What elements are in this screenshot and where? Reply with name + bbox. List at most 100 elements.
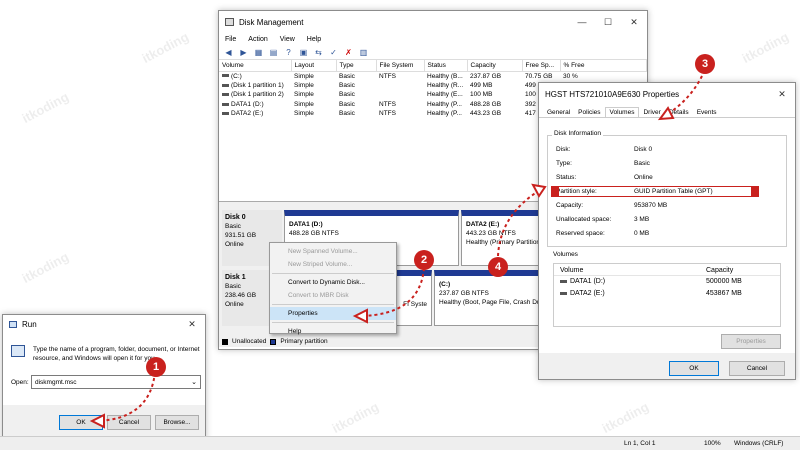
menu-action[interactable]: Action xyxy=(248,36,267,43)
field-value: 0 MB xyxy=(634,230,650,237)
menu-item-convert-mbr[interactable]: Convert to MBR Disk xyxy=(270,289,396,302)
table-cell: Simple xyxy=(294,110,314,118)
menu-item-new-striped[interactable]: New Striped Volume... xyxy=(270,258,396,271)
table-cell: NTFS xyxy=(379,72,396,80)
chevron-down-icon[interactable]: ⌄ xyxy=(191,378,197,386)
menu-item-properties[interactable]: Properties xyxy=(270,307,396,320)
step-callout-4: 4 xyxy=(488,257,508,277)
tab-policies[interactable]: Policies xyxy=(574,108,604,117)
open-label: Open: xyxy=(11,379,29,386)
table-cell: 237.87 GB xyxy=(470,72,502,80)
list-view-icon[interactable]: ▦ xyxy=(253,48,264,58)
cancel-button[interactable]: Cancel xyxy=(107,415,151,430)
field-reserved: Reserved space: 0 MB xyxy=(556,230,649,237)
column-header[interactable]: Capacity xyxy=(467,60,523,72)
table-cell: NTFS xyxy=(379,100,396,108)
volume-cell: (Disk 1 partition 1) xyxy=(219,81,291,91)
ok-button[interactable]: OK xyxy=(59,415,103,430)
drive-icon xyxy=(560,280,567,283)
volume-name: DATA2 (E:) xyxy=(231,110,264,118)
close-button[interactable]: ✕ xyxy=(769,89,795,100)
tab-events[interactable]: Events xyxy=(693,108,721,117)
menu-item-convert-dynamic[interactable]: Convert to Dynamic Disk... xyxy=(270,276,396,289)
field-value: Online xyxy=(634,174,653,181)
cursor-position: Ln 1, Col 1 xyxy=(624,440,656,447)
maximize-button[interactable]: ☐ xyxy=(595,17,621,28)
watermark: itkoding xyxy=(19,89,72,126)
menu-item-new-spanned[interactable]: New Spanned Volume... xyxy=(270,245,396,258)
watermark: itkoding xyxy=(599,399,652,436)
status-bar: Ln 1, Col 1 100% Windows (CRLF) xyxy=(0,436,800,450)
browse-button[interactable]: Browse... xyxy=(155,415,199,430)
list-item[interactable]: DATA1 (D:) 500000 MB xyxy=(554,276,780,288)
table-cell: 70.75 GB xyxy=(525,72,553,80)
menu-item-help[interactable]: Help xyxy=(270,325,396,338)
table-row[interactable]: (C:) Simple Basic NTFS Healthy (B... 237… xyxy=(219,71,647,81)
check-icon[interactable]: ✓ xyxy=(328,48,339,58)
column-header[interactable]: Capacity xyxy=(706,267,733,274)
table-cell: 499 MB xyxy=(470,81,493,89)
field-label: Reserved space: xyxy=(556,230,605,237)
legend-primary: Primary partition xyxy=(280,338,328,345)
column-header[interactable]: Free Sp... xyxy=(522,60,561,72)
volume-properties-button[interactable]: Properties xyxy=(721,334,781,349)
partition-name: (C:) xyxy=(439,281,451,288)
back-icon[interactable]: ◀ xyxy=(223,48,234,58)
column-header[interactable]: Layout xyxy=(291,60,337,72)
table-cell: Simple xyxy=(294,81,314,89)
table-cell: Healthy (P... xyxy=(427,110,462,118)
tab-volumes[interactable]: Volumes xyxy=(604,107,640,117)
drive-icon xyxy=(222,112,229,116)
disk-management-icon xyxy=(225,18,234,26)
field-type: Type: Basic xyxy=(556,160,650,167)
volume-cell: (Disk 1 partition 2) xyxy=(219,90,291,100)
properties-icon[interactable]: ▣ xyxy=(298,48,309,58)
settings-icon[interactable]: ▥ xyxy=(358,48,369,58)
volume-name: (Disk 1 partition 1) xyxy=(231,81,284,89)
dialog-title: HGST HTS721010A9E630 Properties xyxy=(545,89,680,99)
column-header[interactable]: Status xyxy=(424,60,468,72)
run-icon xyxy=(9,320,17,328)
cancel-button[interactable]: Cancel xyxy=(729,361,785,376)
field-value: 3 MB xyxy=(634,216,650,223)
volume-table-header: Volume Layout Type File System Status Ca… xyxy=(219,60,647,72)
open-input[interactable]: diskmgmt.msc ⌄ xyxy=(31,375,201,389)
column-header[interactable]: Volume xyxy=(560,267,583,274)
column-header[interactable]: % Free xyxy=(560,60,647,72)
menu-file[interactable]: File xyxy=(225,36,236,43)
table-cell: NTFS xyxy=(379,110,396,118)
minimize-button[interactable]: — xyxy=(569,17,595,27)
field-value: 953870 MB xyxy=(634,202,668,209)
disk-view-icon[interactable]: ▤ xyxy=(268,48,279,58)
tab-driver[interactable]: Driver xyxy=(639,108,664,117)
table-cell: Healthy (P... xyxy=(427,100,462,108)
tab-details[interactable]: Details xyxy=(665,108,693,117)
tab-general[interactable]: General xyxy=(543,108,574,117)
help-icon[interactable]: ? xyxy=(283,48,294,58)
menu-view[interactable]: View xyxy=(280,36,295,43)
dialog-title-bar: HGST HTS721010A9E630 Properties ✕ xyxy=(539,83,795,105)
close-button[interactable]: ✕ xyxy=(179,319,205,330)
forward-icon[interactable]: ▶ xyxy=(238,48,249,58)
list-item[interactable]: DATA2 (E:) 453867 MB xyxy=(554,288,780,300)
column-header[interactable]: Type xyxy=(336,60,377,72)
table-cell: 30 % xyxy=(563,72,578,80)
ok-button[interactable]: OK xyxy=(669,361,719,376)
title-bar: Disk Management — ☐ ✕ xyxy=(219,11,647,33)
menu-help[interactable]: Help xyxy=(307,36,321,43)
column-header[interactable]: Volume xyxy=(219,60,292,72)
drive-icon xyxy=(222,93,229,97)
close-button[interactable]: ✕ xyxy=(621,17,647,28)
table-cell: Basic xyxy=(339,81,355,89)
watermark: itkoding xyxy=(329,399,382,436)
step-callout-3: 3 xyxy=(695,54,715,74)
table-cell: 100 MB xyxy=(470,91,493,99)
column-header[interactable]: File System xyxy=(376,60,425,72)
connect-icon[interactable]: ⇆ xyxy=(313,48,324,58)
context-menu: New Spanned Volume... New Striped Volume… xyxy=(269,242,397,335)
table-cell: Basic xyxy=(339,110,355,118)
delete-icon[interactable]: ✗ xyxy=(343,48,354,58)
partition-info: 488.28 GB NTFS xyxy=(289,230,339,237)
unallocated-swatch xyxy=(222,338,228,345)
field-value: Disk 0 xyxy=(634,146,653,153)
